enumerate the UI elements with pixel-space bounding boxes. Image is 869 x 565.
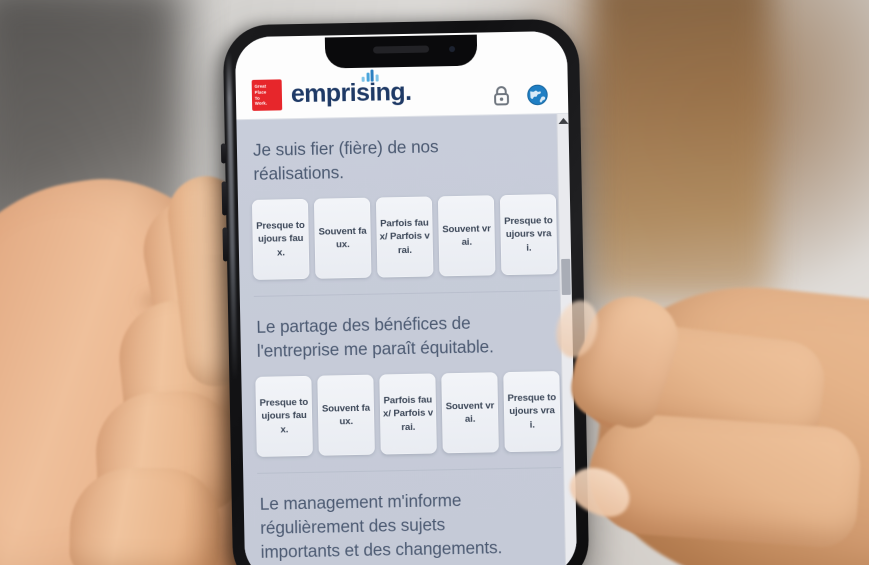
likert-option-2[interactable]: Souvent faux. (317, 374, 375, 456)
emprising-wordmark: emprising. (290, 69, 412, 109)
likert-option-5[interactable]: Presque toujours vrai. (499, 194, 558, 276)
likert-option-3[interactable]: Parfois faux/ Parfois vrai. (375, 196, 434, 278)
likert-option-label: Presque toujours vrai. (507, 391, 557, 431)
likert-option-label: Souvent faux. (321, 402, 371, 428)
likert-option-1[interactable]: Presque toujours faux. (251, 198, 310, 280)
smartphone: Great Place To Work. emprising. Je suis … (220, 18, 590, 565)
globe-icon[interactable] (527, 84, 548, 106)
question-text: Le management m'informe régulièrement de… (259, 489, 503, 562)
lock-icon[interactable] (492, 85, 511, 106)
likert-option-4[interactable]: Souvent vrai. (441, 372, 499, 454)
phone-screen: Great Place To Work. emprising. Je suis … (234, 30, 578, 565)
scrollbar-thumb[interactable] (561, 258, 571, 296)
likert-option-label: Presque toujours faux. (259, 396, 309, 436)
earpiece-speaker (373, 45, 430, 54)
phone-volume-down-button[interactable] (222, 227, 229, 262)
question-text: Je suis fier (fière) de nos réalisations… (252, 136, 439, 184)
phone-volume-up-button[interactable] (221, 181, 228, 216)
likert-option-1[interactable]: Presque toujours faux. (255, 375, 313, 457)
likert-scale-options: Presque toujours faux. Souvent faux. Par… (251, 194, 558, 280)
likert-option-label: Presque toujours faux. (256, 219, 305, 259)
likert-option-label: Parfois faux/ Parfois vrai. (379, 217, 430, 256)
survey-question-block: Le partage des bénéfices de l'entreprise… (253, 290, 562, 473)
likert-option-label: Souvent faux. (318, 225, 367, 251)
question-text: Le partage des bénéfices de l'entreprise… (256, 312, 494, 361)
likert-scale-options: Presque toujours faux. Souvent faux. Par… (255, 371, 561, 457)
phone-notch (324, 34, 478, 69)
likert-option-3[interactable]: Parfois faux/ Parfois vrai. (379, 373, 437, 455)
scroll-up-arrow-icon[interactable] (557, 117, 569, 125)
likert-option-4[interactable]: Souvent vrai. (437, 195, 496, 277)
likert-option-label: Parfois faux/ Parfois vrai. (382, 394, 434, 433)
photo-scene: Great Place To Work. emprising. Je suis … (0, 0, 869, 565)
left-hand-finger (69, 466, 221, 565)
front-camera (449, 46, 456, 53)
survey-question-block: Le management m'informe régulièrement de… (257, 467, 564, 565)
great-place-to-work-logo: Great Place To Work. (251, 79, 283, 111)
wordmark-dot: . (404, 77, 412, 106)
brand-lockup[interactable]: Great Place To Work. emprising. (251, 69, 493, 111)
survey-scroll-area[interactable]: Je suis fier (fière) de nos réalisations… (236, 113, 578, 565)
likert-option-5[interactable]: Presque toujours vrai. (503, 371, 561, 453)
background-wood-wall (590, 0, 770, 300)
wordmark-text: emprising (290, 77, 406, 109)
likert-option-2[interactable]: Souvent faux. (313, 197, 372, 279)
likert-option-label: Souvent vrai. (445, 399, 495, 425)
survey-question-block: Je suis fier (fière) de nos réalisations… (250, 114, 558, 296)
right-hand-finger (585, 410, 863, 550)
likert-option-label: Presque toujours vrai. (503, 214, 553, 254)
logo-line: Work. (254, 100, 268, 106)
header-actions (492, 84, 552, 106)
likert-option-label: Souvent vrai. (442, 222, 491, 248)
phone-silent-switch[interactable] (220, 143, 227, 164)
bar-chart-accent-icon (361, 69, 381, 82)
